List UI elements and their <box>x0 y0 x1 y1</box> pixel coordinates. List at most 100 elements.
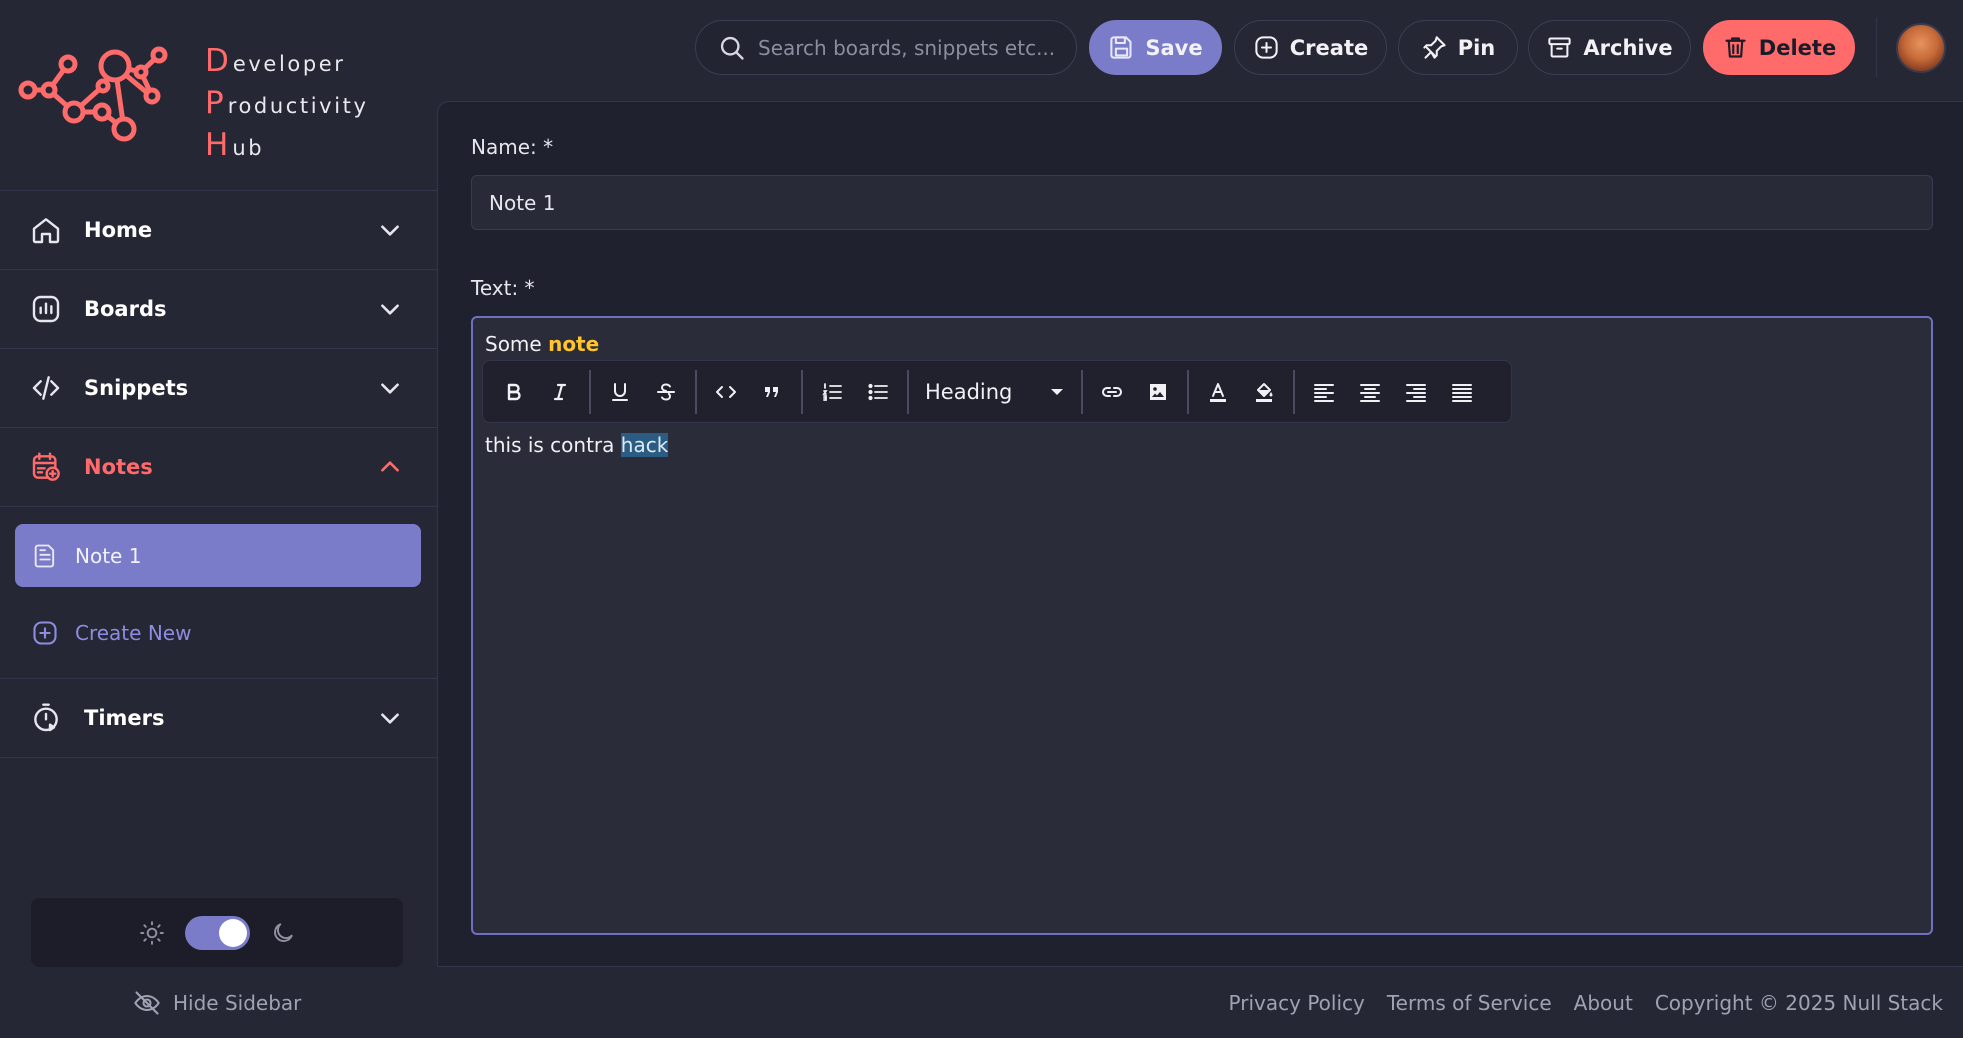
timer-icon <box>34 703 58 732</box>
eye-off-icon <box>134 991 160 1015</box>
sidebar-item-label: Boards <box>84 297 167 321</box>
heading-select-value: Heading <box>925 379 1013 404</box>
brand-word-productivity: roductivity <box>227 94 369 118</box>
sidebar: Developer Productivity Hub Home Boards S… <box>0 0 437 1038</box>
sidebar-item-snippets[interactable]: Snippets <box>0 349 437 428</box>
editor-text: this is contra <box>485 433 621 457</box>
brand-cap-p: P <box>205 85 227 121</box>
chevron-down-icon[interactable] <box>377 705 403 731</box>
highlight-color-button[interactable] <box>1241 369 1287 415</box>
sidebar-nav: Home Boards Snippets Notes Note 1 Create… <box>0 190 437 758</box>
sidebar-item-boards[interactable]: Boards <box>0 270 437 349</box>
chevron-down-icon[interactable] <box>377 296 403 322</box>
hide-sidebar-button[interactable]: Hide Sidebar <box>133 989 301 1017</box>
toolbar-separator <box>1293 369 1295 414</box>
editor-line-1[interactable]: Some note <box>485 332 599 356</box>
notes-submenu: Note 1 Create New <box>0 507 437 679</box>
caret-down-icon <box>1051 388 1063 395</box>
document-icon <box>34 544 55 567</box>
create-new-note-button[interactable]: Create New <box>15 601 421 664</box>
bullet-list-icon <box>868 383 888 400</box>
note-editor-panel: Name: * Text: * Some note Heading <box>437 101 1963 967</box>
pin-icon <box>1423 36 1446 59</box>
search-icon <box>720 36 744 60</box>
archive-box-icon <box>1548 37 1572 58</box>
align-justify-button[interactable] <box>1439 369 1485 415</box>
selected-text[interactable]: hack <box>620 433 669 457</box>
search-input[interactable] <box>758 35 1068 60</box>
terms-of-service-link[interactable]: Terms of Service <box>1387 991 1552 1015</box>
code-icon <box>716 385 736 398</box>
image-button[interactable] <box>1135 369 1181 415</box>
toolbar-separator <box>1187 369 1189 414</box>
create-button[interactable]: Create <box>1234 20 1387 75</box>
toolbar-divider <box>1876 17 1877 77</box>
chevron-down-icon[interactable] <box>377 217 403 243</box>
save-button[interactable]: Save <box>1089 20 1222 75</box>
sidebar-subitem-note-1[interactable]: Note 1 <box>15 524 421 587</box>
plus-square-icon <box>33 620 57 645</box>
bullet-list-button[interactable] <box>855 369 901 415</box>
theme-toggle[interactable] <box>184 915 250 950</box>
sidebar-item-label: Home <box>84 218 153 242</box>
home-icon <box>32 218 60 244</box>
align-justify-icon <box>1452 383 1472 402</box>
sidebar-item-home[interactable]: Home <box>0 191 437 270</box>
sidebar-item-timers[interactable]: Timers <box>0 679 437 758</box>
align-left-button[interactable] <box>1301 369 1347 415</box>
bold-icon <box>507 383 521 400</box>
ordered-list-button[interactable] <box>809 369 855 415</box>
strikethrough-icon <box>657 382 675 401</box>
sun-icon[interactable] <box>139 920 165 946</box>
link-button[interactable] <box>1089 369 1135 415</box>
avatar[interactable] <box>1896 23 1946 73</box>
trash-icon <box>1725 37 1746 58</box>
search-bar[interactable] <box>695 20 1077 75</box>
toggle-knob <box>218 918 247 947</box>
pin-button[interactable]: Pin <box>1398 20 1518 75</box>
sidebar-item-label: Snippets <box>84 376 189 400</box>
brand-cap-d: D <box>205 43 232 79</box>
pin-label: Pin <box>1457 35 1496 60</box>
underline-icon <box>612 382 628 401</box>
brand: Developer Productivity Hub <box>0 0 437 190</box>
chevron-down-icon[interactable] <box>377 375 403 401</box>
brand-word-hub: ub <box>232 136 265 160</box>
align-left-icon <box>1314 383 1334 402</box>
align-center-button[interactable] <box>1347 369 1393 415</box>
editor-line-2[interactable]: this is contra hack <box>485 433 669 457</box>
underline-button[interactable] <box>597 369 643 415</box>
toolbar-separator <box>589 369 591 414</box>
strikethrough-button[interactable] <box>643 369 689 415</box>
footer: Privacy Policy Terms of Service About Co… <box>1229 991 1943 1015</box>
text-color-icon <box>1210 382 1226 402</box>
create-new-label: Create New <box>75 620 192 645</box>
blockquote-button[interactable] <box>749 369 795 415</box>
moon-icon[interactable] <box>270 920 296 946</box>
delete-label: Delete <box>1758 35 1837 60</box>
align-right-button[interactable] <box>1393 369 1439 415</box>
code-button[interactable] <box>703 369 749 415</box>
name-field[interactable] <box>471 175 1933 230</box>
sidebar-item-label: Notes <box>84 455 153 479</box>
hide-sidebar-label: Hide Sidebar <box>173 991 302 1015</box>
rich-text-editor[interactable]: Some note Heading this is contra hack <box>471 316 1933 935</box>
text-color-button[interactable] <box>1195 369 1241 415</box>
chevron-up-icon[interactable] <box>377 454 403 480</box>
align-right-icon <box>1406 383 1426 402</box>
bold-button[interactable] <box>491 369 537 415</box>
align-center-icon <box>1360 383 1380 402</box>
plus-square-icon <box>1255 36 1278 59</box>
italic-button[interactable] <box>537 369 583 415</box>
editor-text: Some <box>485 332 549 356</box>
logo-network-icon <box>18 46 168 142</box>
archive-button[interactable]: Archive <box>1528 20 1691 75</box>
privacy-policy-link[interactable]: Privacy Policy <box>1229 991 1365 1015</box>
sidebar-item-notes[interactable]: Notes <box>0 428 437 507</box>
archive-label: Archive <box>1583 35 1673 60</box>
toolbar-separator <box>801 369 803 414</box>
about-link[interactable]: About <box>1574 991 1633 1015</box>
heading-select[interactable]: Heading <box>915 369 1075 415</box>
highlighted-text: note <box>548 332 600 356</box>
delete-button[interactable]: Delete <box>1703 20 1855 75</box>
